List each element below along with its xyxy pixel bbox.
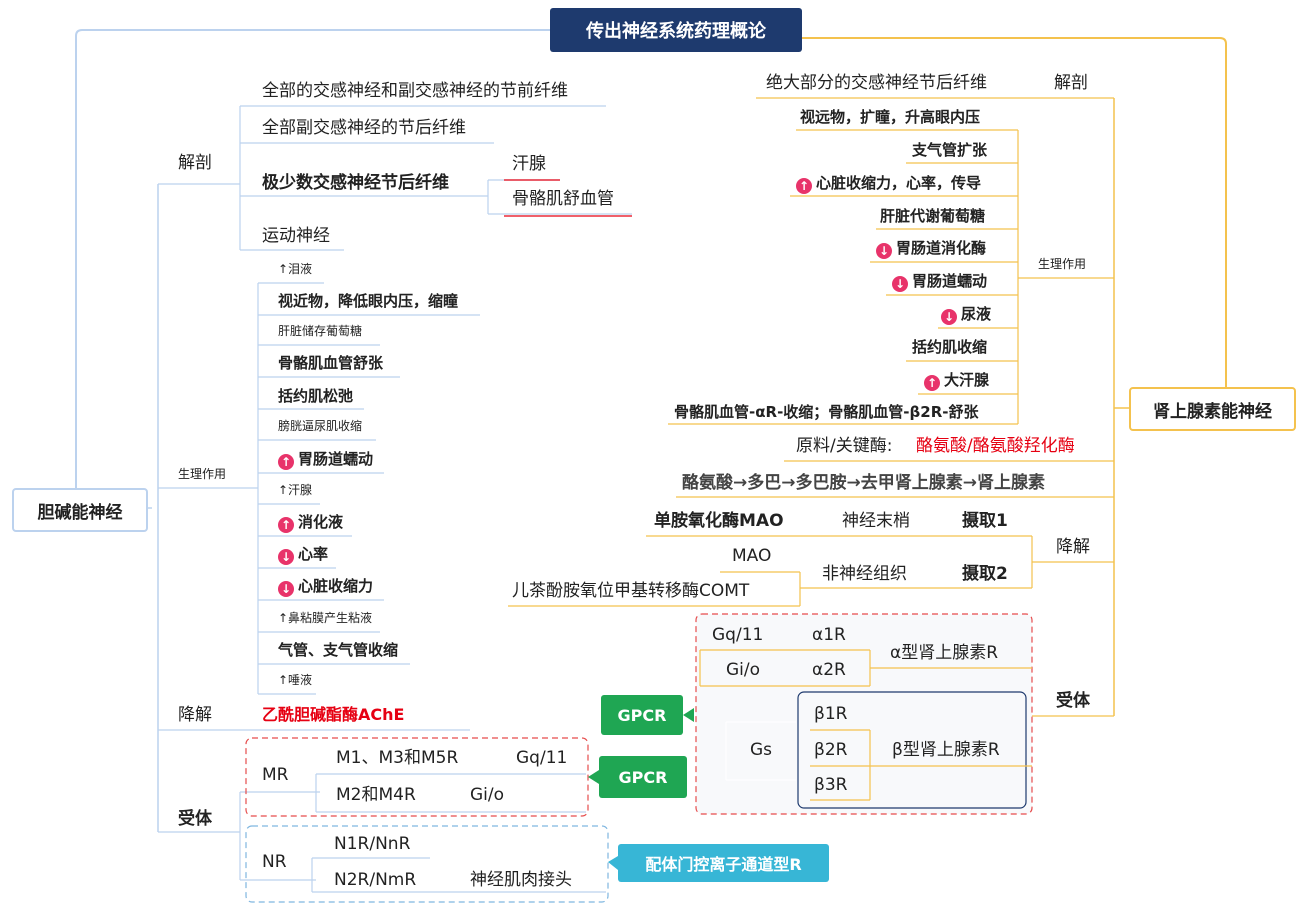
non-neural-tissue: 非神经组织 [822, 564, 907, 584]
chol-phys-text: 胃肠道蠕动 [298, 450, 374, 468]
adr-phys-item: 支气管扩张 [912, 141, 988, 159]
chol-phys-item: 肝脏储存葡萄糖 [278, 324, 363, 338]
adr-phys-item: ↓ 胃肠道蠕动 [892, 272, 988, 292]
mr-subtype: M2和M4R [336, 785, 416, 805]
ache-enzyme: 乙酰胆碱酯酶AChE [262, 705, 405, 724]
cholinergic-node[interactable]: 胆碱能神经 [12, 488, 148, 532]
beta-gprotein: Gs [750, 740, 773, 760]
adrenergic-node[interactable]: 肾上腺素能神经 [1129, 387, 1296, 431]
material-value: 酪氨酸/酪氨酸羟化酶 [916, 436, 1075, 456]
arrow-up-icon: ↑ [796, 178, 812, 194]
nerve-terminal: 神经末梢 [842, 511, 910, 531]
mao-full: 单胺氧化酶MAO [654, 511, 784, 531]
adr-phys-item: 括约肌收缩 [912, 338, 988, 356]
mindmap: 传出神经系统药理概论 胆碱能神经 肾上腺素能神经 解剖 全部的交感神经和副交感神… [0, 0, 1297, 916]
arrow-down-icon: ↓ [278, 581, 294, 597]
mao: MAO [732, 546, 772, 566]
beta-subtype: β2R [814, 740, 848, 760]
arrow-up-icon: ↑ [924, 375, 940, 391]
material-label: 原料/关键酶: [796, 436, 893, 456]
chol-phys-text: 心脏收缩力 [298, 577, 374, 595]
adr-physiology-label: 生理作用 [1038, 257, 1087, 271]
arrow-down-icon: ↓ [278, 549, 294, 565]
alpha-subtype: α1R [812, 625, 846, 645]
chol-phys-item: 骨骼肌血管舒张 [278, 354, 384, 372]
chol-phys-item: ↑ 胃肠道蠕动 [278, 450, 374, 470]
alpha-gprotein: Gq/11 [712, 625, 764, 645]
adr-phys-item: ↓ 胃肠道消化酶 [876, 239, 987, 259]
chol-phys-item: 视近物，降低眼内压，缩瞳 [278, 292, 459, 310]
chol-phys-item: ↑鼻粘膜产生粘液 [278, 611, 373, 625]
chol-phys-text: 心率 [298, 545, 329, 563]
adr-receptor-label: 受体 [1056, 691, 1090, 711]
synthesis-pathway: 酪氨酸→多巴→多巴胺→去甲肾上腺素→肾上腺素 [682, 473, 1045, 493]
arrow-down-icon: ↓ [876, 243, 892, 259]
adr-anatomy-label: 解剖 [1054, 73, 1088, 93]
chol-anatomy-sub: 骨骼肌舒血管 [512, 189, 614, 209]
chol-degradation-label: 降解 [178, 705, 212, 725]
nr-location: 神经肌肉接头 [470, 870, 572, 890]
chol-phys-item: ↑唾液 [278, 673, 313, 687]
adr-phys-item: 视远物，扩瞳，升高眼内压 [800, 108, 981, 126]
arrow-down-icon: ↓ [941, 309, 957, 325]
chol-phys-item: ↑泪液 [278, 262, 313, 276]
chol-anatomy-item: 极少数交感神经节后纤维 [262, 173, 449, 193]
gpcr-tag-adr: GPCR [601, 695, 683, 735]
mr-gprotein: Gq/11 [516, 748, 568, 768]
mr-gprotein: Gi/o [470, 785, 505, 805]
ligand-gated-tag: 配体门控离子通道型R [618, 844, 829, 882]
chol-physiology-label: 生理作用 [178, 467, 227, 481]
chol-anatomy-sub: 汗腺 [512, 154, 546, 174]
uptake-2: 摄取2 [962, 564, 1008, 584]
alpha-receptor: α型肾上腺素R [890, 643, 999, 663]
chol-phys-item: ↑ 消化液 [278, 513, 344, 533]
adr-anatomy-item: 绝大部分的交感神经节后纤维 [766, 73, 987, 93]
chol-phys-item: 膀胱逼尿肌收缩 [278, 419, 363, 433]
adr-phys-text: 胃肠道消化酶 [896, 239, 987, 257]
uptake-1: 摄取1 [962, 511, 1008, 531]
adr-phys-text: 大汗腺 [944, 371, 990, 389]
adr-phys-item: ↓ 尿液 [941, 305, 992, 325]
mr-label: MR [262, 765, 289, 785]
nr-subtype: N2R/NmR [334, 870, 417, 890]
comt: 儿茶酚胺氧位甲基转移酶COMT [512, 581, 750, 601]
alpha-gprotein: Gi/o [726, 660, 761, 680]
chol-phys-item: ↑汗腺 [278, 483, 313, 497]
chol-anatomy-item: 全部副交感神经的节后纤维 [262, 118, 466, 138]
adr-phys-item: 肝脏代谢葡萄糖 [880, 207, 986, 225]
arrow-up-icon: ↑ [278, 517, 294, 533]
adr-phys-text: 尿液 [961, 305, 992, 323]
adr-phys-item: ↑ 大汗腺 [924, 371, 990, 391]
adr-phys-text: 心脏收缩力，心率，传导 [816, 174, 982, 192]
chol-phys-item: 气管、支气管收缩 [278, 641, 399, 659]
root-title: 传出神经系统药理概论 [550, 8, 802, 52]
chol-phys-item: ↓ 心率 [278, 545, 329, 565]
chol-phys-text: 消化液 [298, 513, 344, 531]
adr-phys-text: 胃肠道蠕动 [912, 272, 988, 290]
alpha-subtype: α2R [812, 660, 846, 680]
beta-subtype: β1R [814, 704, 848, 724]
nr-label: NR [262, 852, 287, 872]
chol-phys-item: ↓ 心脏收缩力 [278, 577, 374, 597]
mr-subtype: M1、M3和M5R [336, 748, 459, 768]
nr-subtype: N1R/NnR [334, 834, 411, 854]
adr-degradation-label: 降解 [1056, 537, 1090, 557]
beta-receptor: β型肾上腺素R [892, 740, 1000, 760]
chol-anatomy-item: 全部的交感神经和副交感神经的节前纤维 [262, 81, 568, 101]
arrow-up-icon: ↑ [278, 454, 294, 470]
chol-phys-item: 括约肌松弛 [278, 387, 354, 405]
adr-phys-item: 骨骼肌血管-αR-收缩；骨骼肌血管-β2R-舒张 [674, 403, 979, 421]
chol-receptor-label: 受体 [178, 809, 212, 829]
beta-subtype: β3R [814, 775, 848, 795]
arrow-down-icon: ↓ [892, 276, 908, 292]
adr-phys-item: ↑ 心脏收缩力，心率，传导 [796, 174, 982, 194]
chol-anatomy-item: 运动神经 [262, 226, 330, 246]
chol-anatomy-label: 解剖 [178, 153, 212, 173]
gpcr-tag-chol: GPCR [599, 756, 687, 798]
